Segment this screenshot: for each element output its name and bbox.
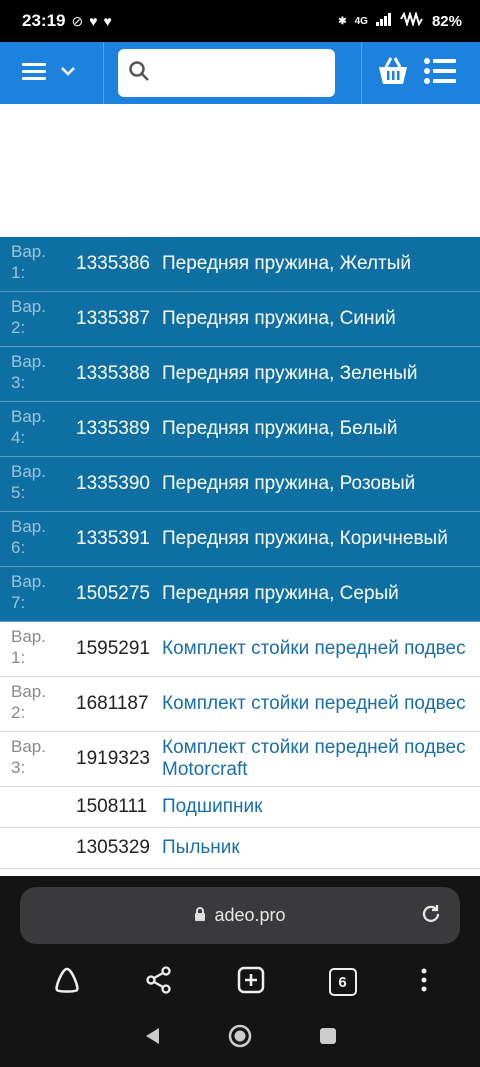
signal-icon	[375, 12, 392, 30]
part-number: 1335386	[76, 253, 150, 274]
clock: 23:19	[22, 11, 66, 30]
hamburger-icon	[22, 62, 46, 85]
reload-icon[interactable]	[420, 903, 442, 930]
part-number: 1335387	[76, 308, 150, 329]
battery-level: 82%	[431, 12, 462, 30]
network-type: 4G	[354, 15, 368, 27]
part-name-link[interactable]: Пыльник	[156, 828, 480, 868]
table-row[interactable]: Вар. 3: 1335388 Передняя пружина, Зелены…	[0, 347, 480, 402]
table-row[interactable]: Вар. 2: 1335387 Передняя пружина, Синий	[0, 292, 480, 347]
search-icon	[128, 60, 150, 87]
menu-button[interactable]	[0, 42, 104, 104]
variant-label: Вар. 2:	[11, 297, 46, 337]
heart-icon: ♥	[89, 12, 98, 29]
new-tab-icon[interactable]	[237, 966, 265, 999]
part-name-link[interactable]: Комплект стойки передней подвес	[156, 622, 480, 676]
variant-label: Вар. 4:	[11, 407, 46, 447]
part-number: 1335388	[76, 363, 150, 384]
part-number: 1335390	[76, 473, 150, 494]
part-number: 1335389	[76, 418, 150, 439]
parts-table: Вар. 1: 1335386 Передняя пружина, Желтый…	[0, 237, 480, 869]
lock-icon	[194, 907, 206, 924]
chevron-down-icon	[60, 64, 76, 82]
back-icon[interactable]	[143, 1026, 161, 1051]
battery-icon	[400, 10, 424, 30]
tab-switcher-button[interactable]: 6	[328, 968, 357, 996]
part-name-link[interactable]: Передняя пружина, Белый	[156, 402, 480, 456]
part-number: 1681187	[76, 693, 149, 714]
status-bar: 23:19 ⊘ ♥ ♥ ✱ 4G 82%	[0, 0, 480, 42]
table-row[interactable]: Вар. 5: 1335390 Передняя пружина, Розовы…	[0, 457, 480, 512]
part-name-link[interactable]: Комплект стойки передней подвес Motorcra…	[156, 732, 480, 786]
part-name-line1: Комплект стойки передней подвес	[162, 737, 466, 758]
table-row[interactable]: Вар. 7: 1505275 Передняя пружина, Серый	[0, 567, 480, 622]
table-row[interactable]: Вар. 6: 1335391 Передняя пружина, Коричн…	[0, 512, 480, 567]
search-input[interactable]	[158, 64, 318, 82]
table-row[interactable]: Вар. 1: 1335386 Передняя пружина, Желтый	[0, 237, 480, 292]
share-icon[interactable]	[145, 965, 173, 999]
basket-icon[interactable]	[376, 56, 410, 91]
bluetooth-icon: ✱	[338, 15, 347, 27]
part-name-link[interactable]: Передняя пружина, Зеленый	[156, 347, 480, 401]
variant-label: Вар. 3:	[11, 737, 46, 777]
sync-off-icon: ⊘	[71, 12, 84, 29]
home-button-icon[interactable]	[227, 1023, 253, 1054]
variant-label: Вар. 1:	[11, 242, 46, 282]
part-number: 1508111	[76, 796, 148, 817]
variant-label	[0, 828, 70, 868]
address-bar[interactable]: adeo.pro	[20, 887, 460, 944]
recents-icon[interactable]	[319, 1027, 337, 1050]
part-name-link[interactable]: Передняя пружина, Коричневый	[156, 512, 480, 566]
search-box[interactable]	[118, 49, 335, 97]
part-number: 1305329	[76, 837, 150, 858]
browser-toolbar: adeo.pro 6	[0, 876, 480, 1067]
table-row[interactable]: 1305329 Пыльник	[0, 828, 480, 869]
url-text: adeo.pro	[214, 905, 286, 925]
part-number: 1505275	[76, 583, 150, 604]
list-icon[interactable]	[424, 57, 456, 89]
part-name-line2: Motorcraft	[162, 759, 248, 780]
table-row[interactable]: Вар. 4: 1335389 Передняя пружина, Белый	[0, 402, 480, 457]
variant-label: Вар. 1:	[11, 627, 46, 667]
table-row[interactable]: Вар. 2: 1681187 Комплект стойки передней…	[0, 677, 480, 732]
part-name-link[interactable]: Передняя пружина, Желтый	[156, 237, 480, 291]
home-icon[interactable]	[52, 966, 82, 999]
part-name-link[interactable]: Комплект стойки передней подвес	[156, 677, 480, 731]
part-number: 1919323	[76, 748, 150, 769]
variant-label: Вар. 2:	[11, 682, 46, 722]
part-name-link[interactable]: Передняя пружина, Розовый	[156, 457, 480, 511]
app-header	[0, 42, 480, 104]
variant-label	[0, 787, 70, 827]
variant-label: Вар. 7:	[11, 572, 46, 612]
part-name-link[interactable]: Передняя пружина, Синий	[156, 292, 480, 346]
table-row[interactable]: Вар. 3: 1919323 Комплект стойки передней…	[0, 732, 480, 787]
variant-label: Вар. 3:	[11, 352, 46, 392]
table-row[interactable]: Вар. 1: 1595291 Комплект стойки передней…	[0, 622, 480, 677]
more-options-icon[interactable]	[420, 967, 428, 998]
variant-label: Вар. 6:	[11, 517, 46, 557]
part-name-link[interactable]: Передняя пружина, Серый	[156, 567, 480, 621]
part-number: 1335391	[76, 528, 150, 549]
part-number: 1595291	[76, 638, 150, 659]
table-row[interactable]: 1508111 Подшипник	[0, 787, 480, 828]
part-name-link[interactable]: Подшипник	[156, 787, 480, 827]
heart-icon: ♥	[103, 12, 112, 29]
variant-label: Вар. 5:	[11, 462, 46, 502]
